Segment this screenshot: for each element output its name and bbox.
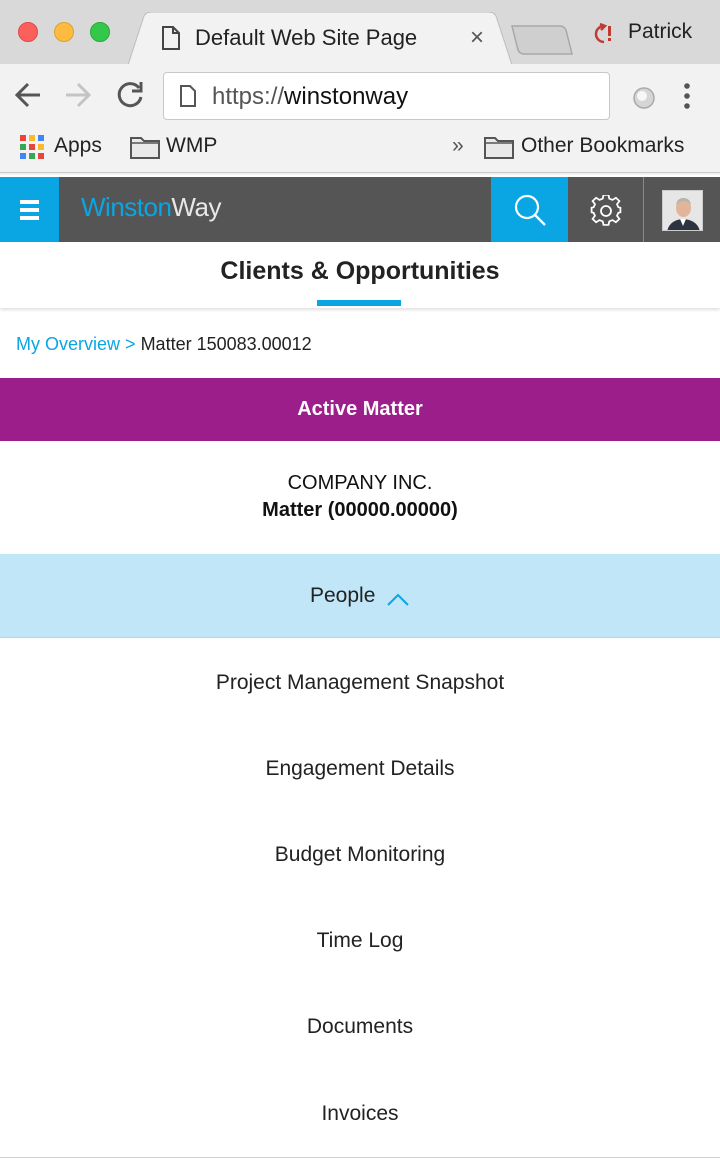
- maximize-window-button[interactable]: [90, 22, 110, 42]
- page-title-bar: Clients & Opportunities: [0, 242, 720, 308]
- breadcrumb: My Overview > Matter 150083.00012: [16, 334, 312, 355]
- browser-chrome: Default Web Site Page × Patrick https://…: [0, 0, 720, 175]
- tab-title: Default Web Site Page: [195, 25, 418, 50]
- chevron-up-icon: [387, 593, 409, 606]
- url-text: https://winstonway: [212, 83, 409, 110]
- app-logo[interactable]: WinstonWay: [81, 192, 221, 223]
- sync-error-icon[interactable]: [592, 22, 618, 49]
- divider: [0, 1157, 720, 1158]
- app-header: WinstonWay: [0, 177, 720, 242]
- avatar: [662, 190, 703, 231]
- logo-text-way: Way: [171, 192, 221, 222]
- active-tab-indicator: [317, 300, 401, 306]
- breadcrumb-current: Matter 150083.00012: [140, 334, 312, 354]
- section-people-label: People: [310, 584, 376, 607]
- user-avatar-button[interactable]: [645, 177, 720, 242]
- browser-tab-active[interactable]: Default Web Site Page ×: [128, 12, 512, 65]
- logo-text-winston: Winston: [81, 192, 172, 222]
- browser-toolbar: https://winstonway: [0, 64, 720, 128]
- folder-icon: [130, 135, 160, 164]
- hamburger-icon-bar: [20, 216, 39, 220]
- hamburger-menu-button[interactable]: [0, 177, 59, 242]
- page-info-icon[interactable]: [180, 85, 196, 112]
- bookmark-apps[interactable]: Apps: [54, 134, 102, 158]
- apps-grid-icon: [20, 135, 44, 164]
- tab-close-icon[interactable]: ×: [470, 24, 484, 52]
- new-tab-button[interactable]: [510, 24, 574, 61]
- reload-icon[interactable]: [115, 80, 145, 115]
- hamburger-icon-bar: [20, 208, 39, 212]
- hamburger-icon: [20, 200, 39, 204]
- folder-icon: [484, 135, 514, 164]
- search-icon: [514, 194, 546, 226]
- section-project-management-snapshot[interactable]: Project Management Snapshot: [0, 640, 720, 726]
- extension-icon[interactable]: [632, 86, 656, 115]
- gear-icon: [590, 195, 622, 226]
- bookmark-wmp[interactable]: WMP: [166, 134, 217, 158]
- section-documents[interactable]: Documents: [0, 984, 720, 1070]
- forward-arrow-icon[interactable]: [64, 80, 92, 115]
- close-window-button[interactable]: [18, 22, 38, 42]
- company-name: COMPANY INC.: [287, 472, 433, 494]
- section-engagement-details[interactable]: Engagement Details: [0, 726, 720, 812]
- matter-name: Matter (00000.00000): [262, 499, 458, 521]
- search-button[interactable]: [491, 177, 568, 242]
- matter-header: COMPANY INC. Matter (00000.00000): [0, 441, 720, 554]
- section-time-log[interactable]: Time Log: [0, 898, 720, 984]
- bookmark-other[interactable]: Other Bookmarks: [521, 134, 684, 158]
- page-icon: [162, 26, 180, 55]
- page-title: Clients & Opportunities: [220, 257, 500, 285]
- browser-menu-icon[interactable]: [682, 82, 692, 115]
- breadcrumb-separator: >: [125, 334, 136, 354]
- section-invoices[interactable]: Invoices: [0, 1071, 720, 1157]
- bookmarks-bar: Apps WMP » Other Bookmarks: [0, 128, 720, 173]
- breadcrumb-link-my-overview[interactable]: My Overview: [16, 334, 120, 354]
- profile-name[interactable]: Patrick: [628, 20, 692, 44]
- minimize-window-button[interactable]: [54, 22, 74, 42]
- tab-strip: Default Web Site Page × Patrick: [0, 0, 720, 65]
- status-banner: Active Matter: [0, 378, 720, 441]
- address-bar[interactable]: https://winstonway: [163, 72, 610, 120]
- back-arrow-icon[interactable]: [14, 80, 42, 115]
- section-people-toggle[interactable]: People: [0, 554, 720, 638]
- settings-button[interactable]: [568, 177, 644, 242]
- bookmarks-overflow-button[interactable]: »: [452, 134, 464, 158]
- section-budget-monitoring[interactable]: Budget Monitoring: [0, 812, 720, 898]
